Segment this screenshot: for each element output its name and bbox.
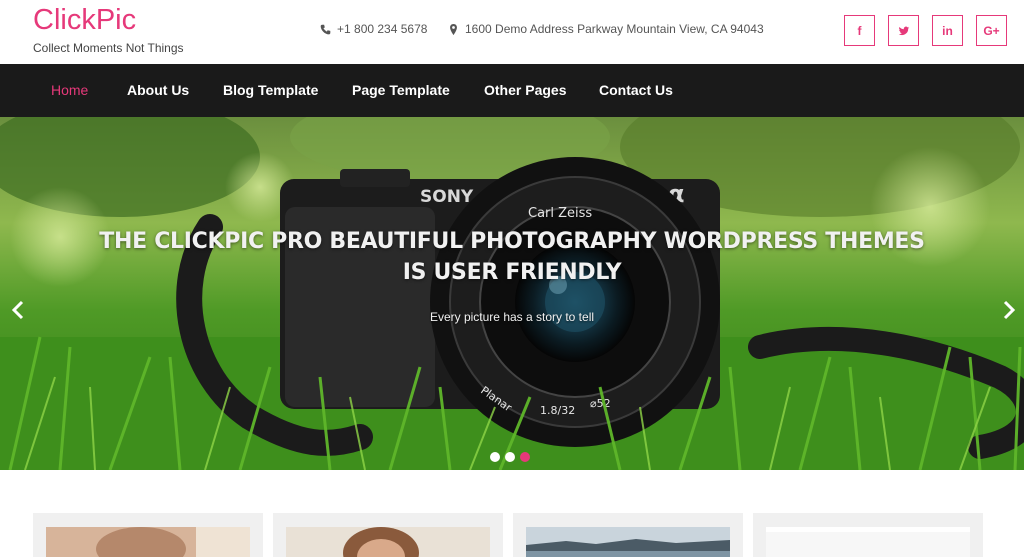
slide-title-line-1: THE CLICKPIC PRO BEAUTIFUL PHOTOGRAPHY W… <box>99 229 925 254</box>
slider-pagination <box>490 452 530 462</box>
card-2-image <box>286 527 490 557</box>
slider-dot-2[interactable] <box>505 452 515 462</box>
nav-item-home[interactable]: Home <box>51 82 88 98</box>
main-nav: Home About Us Blog Template Page Templat… <box>0 64 1024 117</box>
map-marker-icon <box>450 23 457 35</box>
lens-brand-text: Carl Zeiss <box>528 206 592 221</box>
nav-item-other-pages[interactable]: Other Pages <box>484 82 566 98</box>
contact-phone: +1 800 234 5678 <box>320 22 427 36</box>
lens-aperture-text: 1.8/32 <box>540 404 575 417</box>
site-tagline: Collect Moments Not Things <box>33 41 184 55</box>
nav-item-about-us[interactable]: About Us <box>127 82 189 98</box>
address-text: 1600 Demo Address Parkway Mountain View,… <box>465 22 764 36</box>
card-4-image <box>766 527 970 557</box>
phone-number: +1 800 234 5678 <box>337 22 428 36</box>
slider-dot-3[interactable] <box>520 452 530 462</box>
google-plus-icon[interactable]: G+ <box>976 15 1007 46</box>
lens-filter-text: ⌀52 <box>590 397 611 410</box>
chevron-left-icon[interactable] <box>8 299 28 321</box>
card-3-image <box>526 527 730 557</box>
social-links: f in G+ <box>844 15 1007 46</box>
card-2[interactable] <box>273 513 503 557</box>
camera-brand-text: SONY <box>420 187 474 207</box>
card-4[interactable] <box>753 513 983 557</box>
featured-cards <box>0 513 1024 557</box>
linkedin-icon[interactable]: in <box>932 15 963 46</box>
twitter-icon[interactable] <box>888 15 919 46</box>
nav-item-contact-us[interactable]: Contact Us <box>599 82 673 98</box>
slide-image: SONY α Carl Zeiss Planar 1.8/32 ⌀52 <box>0 117 1024 470</box>
nav-item-page-template[interactable]: Page Template <box>352 82 450 98</box>
slide-subtitle: Every picture has a story to tell <box>429 310 595 324</box>
slide-title-line-2: IS USER FRIENDLY <box>402 260 622 285</box>
nav-item-blog-template[interactable]: Blog Template <box>223 82 318 98</box>
facebook-icon[interactable]: f <box>844 15 875 46</box>
hero-slider: SONY α Carl Zeiss Planar 1.8/32 ⌀52 THE … <box>0 117 1024 470</box>
card-1-image <box>46 527 250 557</box>
site-logo[interactable]: ClickPic <box>33 4 136 37</box>
card-3[interactable] <box>513 513 743 557</box>
site-header: ClickPic Collect Moments Not Things +1 8… <box>0 0 1024 64</box>
chevron-right-icon[interactable] <box>999 299 1019 321</box>
slide-title: THE CLICKPIC PRO BEAUTIFUL PHOTOGRAPHY W… <box>0 226 1024 288</box>
contact-address: 1600 Demo Address Parkway Mountain View,… <box>448 22 764 36</box>
phone-icon <box>320 24 331 34</box>
slider-dot-1[interactable] <box>490 452 500 462</box>
card-1[interactable] <box>33 513 263 557</box>
